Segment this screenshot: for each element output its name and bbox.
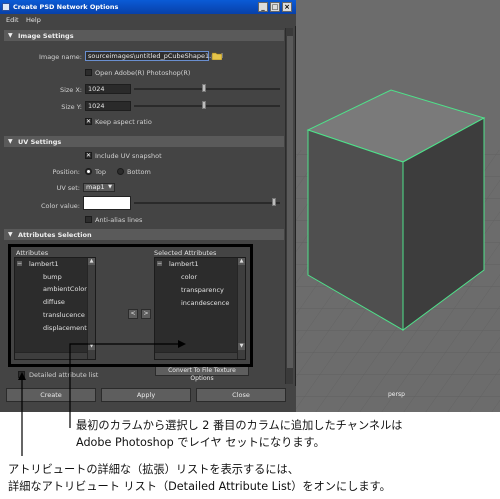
color-value-slider-thumb[interactable] xyxy=(272,198,276,206)
collapse-triangle-icon: ▼ xyxy=(8,138,13,145)
attributes-highlight-frame xyxy=(8,244,253,367)
title-bar[interactable]: Create PSD Network Options _ □ × xyxy=(0,0,296,14)
minimize-button[interactable]: _ xyxy=(258,2,268,12)
dialog-scrollbar[interactable] xyxy=(285,28,293,384)
close-window-button[interactable]: × xyxy=(282,2,292,12)
uv-settings-header[interactable]: ▼ UV Settings xyxy=(4,136,284,147)
position-top-radio[interactable] xyxy=(85,168,92,175)
close-button[interactable]: Close xyxy=(196,388,286,402)
window-icon xyxy=(2,3,10,11)
color-value-slider-track[interactable] xyxy=(134,202,280,204)
anti-alias-checkbox[interactable] xyxy=(85,216,92,223)
keep-aspect-label: Keep aspect ratio xyxy=(95,118,152,126)
anti-alias-label: Anti-alias lines xyxy=(95,216,143,224)
include-uv-checkbox[interactable]: ✕ xyxy=(85,152,92,159)
open-photoshop-label: Open Adobe(R) Photoshop(R) xyxy=(95,69,191,77)
image-name-input[interactable]: sourceimages\untitled_pCubeShape1.psd xyxy=(85,51,223,61)
size-y-slider-track[interactable] xyxy=(134,105,280,107)
menu-bar: Edit Help xyxy=(0,14,296,26)
create-psd-network-options-dialog: Create PSD Network Options _ □ × Edit He… xyxy=(0,0,296,412)
detailed-attribute-list-label: Detailed attribute list xyxy=(29,371,99,379)
size-y-slider-thumb[interactable] xyxy=(202,101,206,109)
folder-browse-icon[interactable] xyxy=(211,52,223,61)
perspective-viewport[interactable]: persp xyxy=(296,0,500,412)
size-x-slider-track[interactable] xyxy=(134,88,280,90)
size-x-label: Size X: xyxy=(59,86,82,94)
image-settings-header[interactable]: ▼ Image Settings xyxy=(4,30,284,41)
position-bottom-label: Bottom xyxy=(127,168,151,176)
color-swatch[interactable] xyxy=(83,196,131,210)
create-button[interactable]: Create xyxy=(6,388,96,402)
size-x-input[interactable]: 1024 xyxy=(85,84,131,94)
image-name-label: Image name: xyxy=(38,53,82,61)
position-top-label: Top xyxy=(95,168,106,176)
viewport-scene xyxy=(296,89,500,412)
convert-to-file-texture-button[interactable]: Convert To File Texture Options xyxy=(155,366,249,382)
uv-set-label: UV set: xyxy=(56,184,80,192)
keep-aspect-checkbox[interactable]: ✕ xyxy=(85,118,92,125)
position-label: Position: xyxy=(52,168,81,176)
window-title: Create PSD Network Options xyxy=(13,3,119,11)
size-y-label: Size Y: xyxy=(61,103,82,111)
caption-line-2: Adobe Photoshop でレイヤ セットになります。 xyxy=(76,436,325,449)
menu-help[interactable]: Help xyxy=(26,16,41,24)
position-bottom-radio[interactable] xyxy=(117,168,124,175)
dialog-footer: Create Apply Close xyxy=(0,386,296,412)
apply-button[interactable]: Apply xyxy=(101,388,191,402)
collapse-triangle-icon: ▼ xyxy=(8,32,13,39)
chevron-down-icon: ▼ xyxy=(108,184,112,190)
size-y-input[interactable]: 1024 xyxy=(85,101,131,111)
menu-edit[interactable]: Edit xyxy=(6,16,19,24)
uv-set-value: map1 xyxy=(86,183,105,191)
color-value-label: Color value: xyxy=(41,202,80,210)
attributes-selection-header[interactable]: ▼ Attributes Selection xyxy=(4,229,284,240)
size-x-slider-thumb[interactable] xyxy=(202,84,206,92)
dialog-scrollbar-thumb[interactable] xyxy=(287,36,293,368)
caption-line-1: 最初のカラムから選択し 2 番目のカラムに追加したチャンネルは xyxy=(76,419,403,432)
uv-set-dropdown[interactable]: map1 ▼ xyxy=(83,183,115,192)
camera-label: persp xyxy=(388,391,405,398)
open-photoshop-checkbox[interactable] xyxy=(85,69,92,76)
detailed-attribute-list-checkbox[interactable] xyxy=(18,371,25,378)
collapse-triangle-icon: ▼ xyxy=(8,231,13,238)
include-uv-label: Include UV snapshot xyxy=(95,152,162,160)
caption-line-4: 詳細なアトリビュート リスト（Detailed Attribute List）を… xyxy=(8,480,391,493)
caption-line-3: アトリビュートの詳細な（拡張）リストを表示するには、 xyxy=(8,463,299,476)
maximize-button[interactable]: □ xyxy=(270,2,280,12)
